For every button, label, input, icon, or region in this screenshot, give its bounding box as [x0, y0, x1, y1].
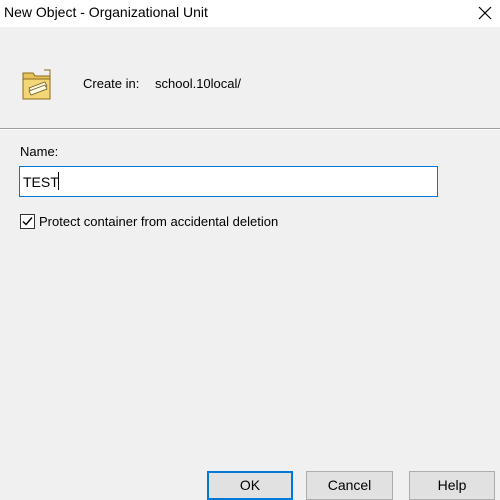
divider [0, 128, 500, 130]
dialog-window: New Object - Organizational Unit Create … [0, 0, 500, 500]
help-button[interactable]: Help [409, 471, 495, 500]
name-input[interactable] [19, 166, 438, 197]
create-in-label: Create in: [83, 76, 140, 91]
close-button[interactable] [470, 0, 500, 27]
checkmark-icon [22, 217, 33, 226]
protect-checkbox-label[interactable]: Protect container from accidental deleti… [39, 214, 278, 230]
cancel-button[interactable]: Cancel [306, 471, 393, 500]
create-in-path: school.10local/ [155, 76, 241, 91]
name-label: Name: [20, 144, 59, 159]
protect-checkbox[interactable] [20, 214, 35, 229]
text-caret [58, 172, 59, 190]
folder-icon [22, 69, 51, 100]
close-icon [478, 6, 492, 20]
title-bar: New Object - Organizational Unit [0, 0, 500, 27]
window-title: New Object - Organizational Unit [4, 4, 208, 20]
ok-button[interactable]: OK [207, 471, 293, 500]
